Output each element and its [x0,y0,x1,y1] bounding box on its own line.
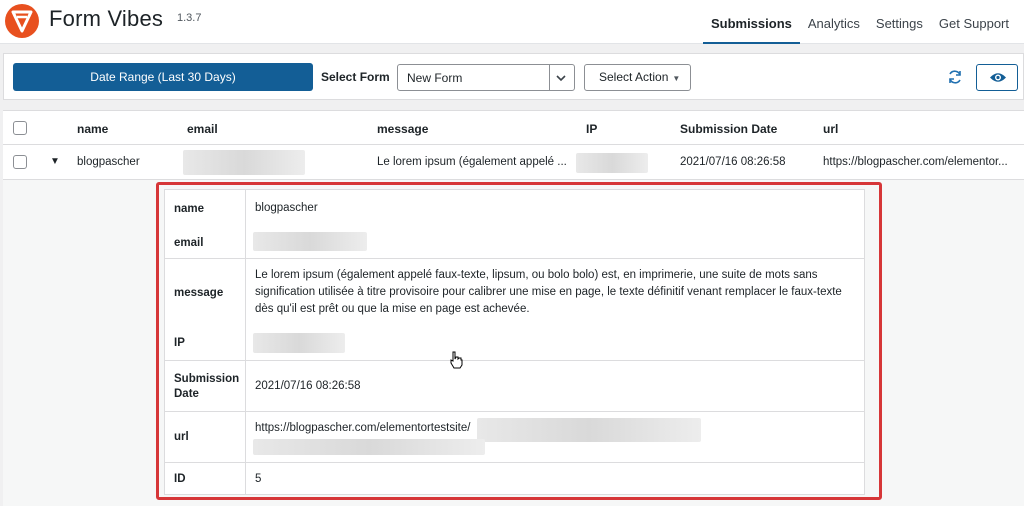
column-header-email[interactable]: email [187,122,218,136]
cell-submission-date: 2021/07/16 08:26:58 [680,156,786,168]
select-action-button[interactable]: Select Action ▼ [584,64,691,91]
tab-submissions[interactable]: Submissions [702,0,800,44]
select-action-label: Select Action [599,70,669,84]
highlight-frame [156,182,882,500]
date-range-button[interactable]: Date Range (Last 30 Days) [13,63,313,91]
view-columns-button[interactable] [976,64,1018,91]
column-header-name[interactable]: name [77,122,108,136]
caret-down-icon: ▼ [672,74,681,83]
form-select-value: New Form [407,71,463,85]
column-header-submission-date[interactable]: Submission Date [680,122,777,136]
tab-analytics[interactable]: Analytics [800,0,868,44]
cell-url: https://blogpascher.com/elementor... [823,156,1008,168]
cell-message: Le lorem ipsum (également appelé ... [377,156,567,168]
select-form-label: Select Form [321,70,390,84]
table-header: name email message IP Submission Date ur… [3,110,1024,145]
table-row[interactable]: ▼ blogpascher Le lorem ipsum (également … [3,145,1024,180]
app-version: 1.3.7 [177,12,202,24]
eye-icon [990,73,1006,82]
cell-name: blogpascher [77,156,140,168]
collapse-toggle-icon[interactable]: ▼ [50,156,60,167]
cell-email-redacted [183,150,305,175]
column-header-ip[interactable]: IP [586,122,597,136]
app-title: Form Vibes [49,6,164,31]
column-header-message[interactable]: message [377,122,428,136]
hand-pointer-cursor-icon [450,351,463,369]
form-vibes-logo-icon [5,4,39,38]
cell-ip-redacted [576,153,648,173]
refresh-icon[interactable] [947,69,963,85]
chevron-down-icon[interactable] [554,71,568,85]
row-checkbox[interactable] [13,155,27,169]
form-select[interactable]: New Form [397,64,575,91]
tab-settings[interactable]: Settings [868,0,931,44]
select-all-checkbox[interactable] [13,121,27,135]
tab-get-support[interactable]: Get Support [931,0,1017,44]
column-header-url[interactable]: url [823,122,838,136]
app-header: Form Vibes 1.3.7 Submissions Analytics S… [0,0,1024,44]
filter-toolbar: Date Range (Last 30 Days) Select Form Ne… [3,53,1024,100]
main-nav: Submissions Analytics Settings Get Suppo… [702,0,1017,44]
